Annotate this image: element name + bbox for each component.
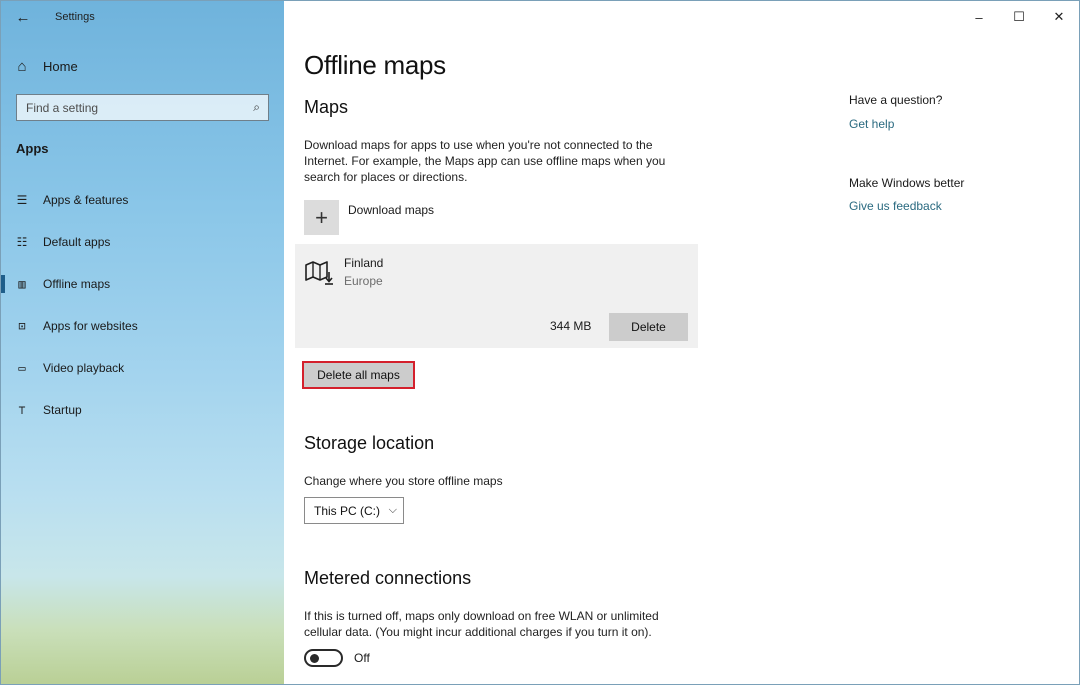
minimize-icon: – bbox=[975, 9, 983, 25]
search-input[interactable] bbox=[26, 100, 236, 115]
sidebar-item-default-apps[interactable]: ☷ Default apps bbox=[1, 221, 284, 263]
delete-map-button[interactable]: Delete bbox=[609, 313, 688, 341]
search-box: ⌕ bbox=[16, 94, 269, 121]
sidebar-item-offline-maps[interactable]: ▥ Offline maps bbox=[1, 263, 284, 305]
sidebar: ← Settings ⌂ Home ⌕ Apps ☰ Apps & featur… bbox=[1, 1, 284, 684]
storage-location-value: This PC (C:) bbox=[314, 503, 380, 518]
app-title: Settings bbox=[55, 11, 95, 23]
sidebar-item-label: Home bbox=[43, 58, 78, 74]
map-size: 344 MB bbox=[550, 319, 592, 333]
minimize-button[interactable]: – bbox=[959, 1, 999, 33]
feedback-heading: Make Windows better bbox=[849, 176, 965, 190]
back-button[interactable]: ← bbox=[1, 1, 45, 33]
search-icon[interactable]: ⌕ bbox=[253, 100, 260, 115]
sidebar-item-label: Apps for websites bbox=[43, 319, 138, 333]
sidebar-nav: ☰ Apps & features ☷ Default apps ▥ Offli… bbox=[1, 179, 284, 431]
sidebar-item-home[interactable]: ⌂ Home bbox=[1, 51, 284, 81]
settings-window: ← Settings ⌂ Home ⌕ Apps ☰ Apps & featur… bbox=[0, 0, 1080, 685]
toggle-knob bbox=[310, 654, 319, 663]
toggle-switch[interactable] bbox=[304, 649, 343, 667]
close-button[interactable]: ✕ bbox=[1039, 1, 1079, 33]
plus-icon: + bbox=[304, 200, 339, 235]
download-maps-label: Download maps bbox=[348, 203, 435, 217]
sidebar-item-label: Default apps bbox=[43, 235, 111, 249]
delete-all-maps-button[interactable]: Delete all maps bbox=[302, 361, 415, 389]
sidebar-item-label: Startup bbox=[43, 403, 82, 417]
chevron-down-icon: ⌵ bbox=[388, 504, 397, 516]
offline-maps-icon: ▥ bbox=[18, 277, 26, 291]
startup-icon: ⊤ bbox=[18, 403, 26, 417]
map-item-finland[interactable]: Finland Europe 344 MB Delete bbox=[295, 244, 698, 348]
get-help-link[interactable]: Get help bbox=[849, 117, 894, 131]
back-arrow-icon: ← bbox=[15, 8, 31, 26]
help-question: Have a question? bbox=[849, 93, 943, 107]
home-icon: ⌂ bbox=[17, 57, 27, 75]
default-apps-icon: ☷ bbox=[16, 235, 28, 249]
sidebar-item-label: Video playback bbox=[43, 361, 125, 375]
close-icon: ✕ bbox=[1053, 9, 1065, 24]
give-feedback-link[interactable]: Give us feedback bbox=[849, 199, 942, 213]
maximize-icon: ☐ bbox=[1013, 9, 1025, 24]
apps-features-icon: ☰ bbox=[16, 193, 28, 207]
map-region: Europe bbox=[344, 274, 383, 288]
sidebar-item-label: Apps & features bbox=[43, 193, 129, 207]
sidebar-item-apps-features[interactable]: ☰ Apps & features bbox=[1, 179, 284, 221]
storage-heading: Storage location bbox=[304, 433, 435, 453]
metered-toggle[interactable]: Off bbox=[304, 649, 370, 667]
apps-for-websites-icon: ⊡ bbox=[18, 319, 26, 333]
toggle-state-label: Off bbox=[354, 651, 370, 665]
sidebar-item-label: Offline maps bbox=[43, 277, 111, 291]
main-content: Offline maps Maps Download maps for apps… bbox=[295, 1, 824, 684]
maximize-button[interactable]: ☐ bbox=[999, 1, 1039, 33]
page-title: Offline maps bbox=[304, 50, 446, 80]
sidebar-item-apps-for-websites[interactable]: ⊡ Apps for websites bbox=[1, 305, 284, 347]
section-heading: Apps bbox=[16, 141, 49, 156]
sidebar-item-video-playback[interactable]: ▭ Video playback bbox=[1, 347, 284, 389]
sidebar-item-startup[interactable]: ⊤ Startup bbox=[1, 389, 284, 431]
map-download-icon bbox=[305, 261, 333, 285]
video-playback-icon: ▭ bbox=[18, 361, 26, 375]
storage-location-dropdown[interactable]: This PC (C:) ⌵ bbox=[304, 497, 404, 524]
maps-description: Download maps for apps to use when you'r… bbox=[304, 138, 666, 184]
window-controls: – ☐ ✕ bbox=[959, 1, 1079, 33]
download-maps-button[interactable]: + Download maps bbox=[304, 200, 434, 236]
metered-description: If this is turned off, maps only downloa… bbox=[304, 609, 659, 639]
map-name: Finland bbox=[344, 256, 384, 270]
titlebar: ← Settings bbox=[1, 1, 284, 33]
maps-heading: Maps bbox=[304, 97, 349, 117]
metered-heading: Metered connections bbox=[304, 568, 472, 588]
storage-description: Change where you store offline maps bbox=[304, 474, 503, 488]
